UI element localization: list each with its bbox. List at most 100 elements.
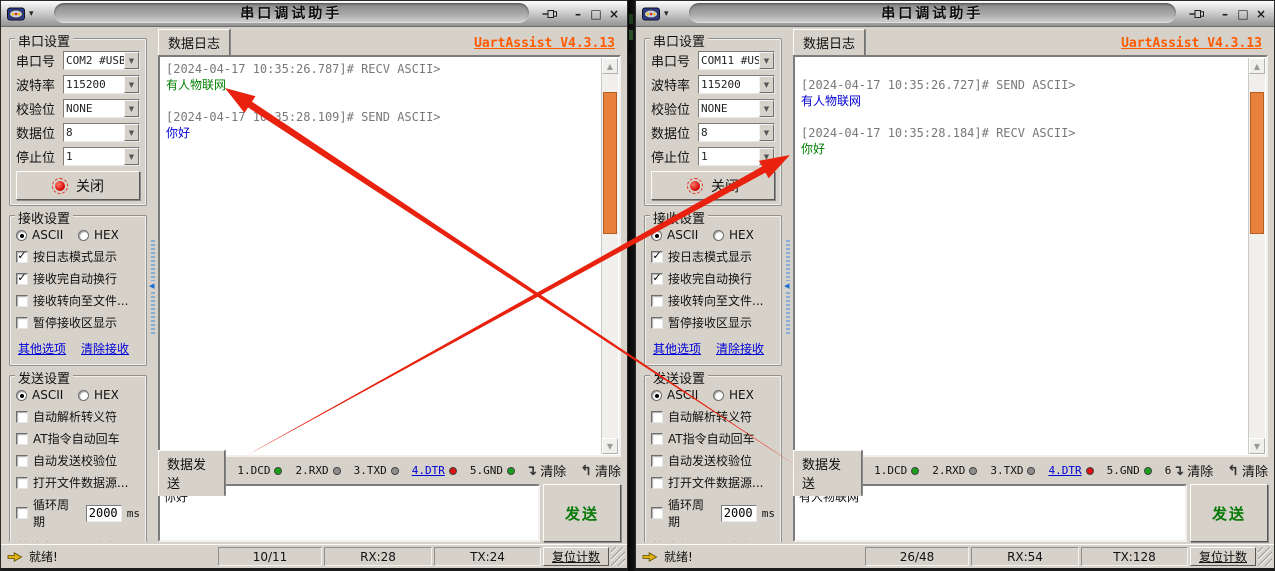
parity-select[interactable]: NONE ▼ (63, 99, 140, 118)
port-select[interactable]: COM11 #USB ▼ (698, 51, 775, 70)
reset-count-button[interactable]: 复位计数 (1190, 547, 1256, 566)
pin-dtr-link[interactable]: 4.DTR (1048, 464, 1081, 477)
cycle-period-checkbox[interactable] (16, 507, 28, 519)
pin-dtr-link[interactable]: 4.DTR (412, 464, 445, 477)
tab-data-log[interactable]: 数据日志 (158, 29, 230, 56)
version-link[interactable]: UartAssist V4.3.13 (474, 36, 615, 55)
send-hex-radio[interactable]: HEX (78, 388, 140, 402)
combo-arrow-icon[interactable]: ▼ (759, 52, 774, 69)
app-menu-caret-icon[interactable]: ▾ (664, 9, 669, 19)
resize-grip[interactable] (1258, 547, 1272, 566)
baud-select[interactable]: 115200 ▼ (63, 75, 140, 94)
maximize-button[interactable]: □ (587, 5, 605, 22)
send-ascii-radio[interactable]: ASCII (651, 388, 713, 402)
minimize-button[interactable]: – (1216, 5, 1234, 22)
log-scrollbar[interactable]: ▲ ▼ (601, 58, 618, 454)
parity-select[interactable]: NONE ▼ (698, 99, 775, 118)
parse-escape-checkbox[interactable]: 自动解析转义符 (16, 408, 140, 425)
close-port-button[interactable]: 关闭 (16, 171, 140, 200)
other-options-link[interactable]: 其他选项 (18, 340, 66, 357)
scroll-up-icon[interactable]: ▲ (1249, 58, 1265, 74)
pause-display-checkbox[interactable]: 暂停接收区显示 (651, 314, 775, 331)
quick-define-link[interactable]: 快捷定义 (653, 539, 701, 542)
port-select[interactable]: COM2 #USB ▼ (63, 51, 140, 70)
titlebar[interactable]: ▾ 串口调试助手 – □ × (1, 1, 627, 27)
auto-checksum-checkbox[interactable]: 自动发送校验位 (16, 452, 140, 469)
file-data-source-checkbox[interactable]: 打开文件数据源... (651, 474, 775, 491)
at-auto-cr-checkbox[interactable]: AT指令自动回车 (16, 430, 140, 447)
minimize-button[interactable]: – (569, 5, 587, 22)
scrollbar-thumb[interactable] (603, 92, 617, 234)
app-icon[interactable] (7, 6, 27, 22)
scroll-track[interactable] (1249, 74, 1265, 438)
scroll-down-icon[interactable]: ▼ (602, 438, 618, 454)
pause-display-checkbox[interactable]: 暂停接收区显示 (16, 314, 140, 331)
close-button[interactable]: × (605, 5, 623, 22)
splitter-handle[interactable]: ◂ (149, 30, 158, 542)
cycle-period-input[interactable] (721, 505, 757, 522)
app-icon[interactable] (642, 6, 662, 22)
stopbits-select[interactable]: 1 ▼ (63, 147, 140, 166)
history-send-link[interactable]: 历史发送 (716, 539, 764, 542)
clear-receive-link[interactable]: 清除接收 (81, 340, 129, 357)
tab-data-send[interactable]: 数据发送 (158, 450, 225, 496)
version-link[interactable]: UartAssist V4.3.13 (1121, 36, 1262, 55)
send-ascii-radio[interactable]: ASCII (16, 388, 78, 402)
recv-hex-radio[interactable]: HEX (78, 228, 140, 242)
clear-log-button[interactable]: ↰ 清除 (580, 461, 621, 480)
send-button[interactable]: 发送 (543, 484, 621, 542)
maximize-button[interactable]: □ (1234, 5, 1252, 22)
log-mode-checkbox[interactable]: 按日志模式显示 (651, 248, 775, 265)
at-auto-cr-checkbox[interactable]: AT指令自动回车 (651, 430, 775, 447)
auto-checksum-checkbox[interactable]: 自动发送校验位 (651, 452, 775, 469)
combo-arrow-icon[interactable]: ▼ (124, 52, 139, 69)
resize-grip[interactable] (611, 547, 625, 566)
baud-select[interactable]: 115200 ▼ (698, 75, 775, 94)
file-data-source-checkbox[interactable]: 打开文件数据源... (16, 474, 140, 491)
scrollbar-thumb[interactable] (1250, 92, 1264, 234)
app-menu-caret-icon[interactable]: ▾ (29, 9, 34, 19)
clear-send-area-button[interactable]: ↴ 清除 (1173, 461, 1214, 480)
scroll-down-icon[interactable]: ▼ (1249, 438, 1265, 454)
combo-arrow-icon[interactable]: ▼ (759, 148, 774, 165)
combo-arrow-icon[interactable]: ▼ (124, 100, 139, 117)
other-options-link[interactable]: 其他选项 (653, 340, 701, 357)
send-hex-radio[interactable]: HEX (713, 388, 775, 402)
collapse-arrow-icon[interactable]: ◂ (149, 281, 155, 291)
tab-data-send[interactable]: 数据发送 (793, 450, 862, 496)
send-button[interactable]: 发送 (1190, 484, 1268, 542)
recv-hex-radio[interactable]: HEX (713, 228, 775, 242)
clear-receive-link[interactable]: 清除接收 (716, 340, 764, 357)
stopbits-select[interactable]: 1 ▼ (698, 147, 775, 166)
databits-select[interactable]: 8 ▼ (698, 123, 775, 142)
redirect-to-file-checkbox[interactable]: 接收转向至文件... (16, 292, 140, 309)
close-port-button[interactable]: 关闭 (651, 171, 775, 200)
history-send-link[interactable]: 历史发送 (81, 539, 129, 542)
log-mode-checkbox[interactable]: 按日志模式显示 (16, 248, 140, 265)
cycle-period-checkbox[interactable] (651, 507, 663, 519)
data-log-area[interactable]: [2024-04-17 10:35:26.727]# SEND ASCII> 有… (793, 55, 1268, 457)
titlebar[interactable]: ▾ 串口调试助手 – □ × (636, 1, 1274, 27)
quick-define-link[interactable]: 快捷定义 (18, 539, 66, 542)
auto-newline-checkbox[interactable]: 接收完自动换行 (16, 270, 140, 287)
clear-log-button[interactable]: ↰ 清除 (1227, 461, 1268, 480)
scroll-track[interactable] (602, 74, 618, 438)
log-scrollbar[interactable]: ▲ ▼ (1248, 58, 1265, 454)
recv-ascii-radio[interactable]: ASCII (16, 228, 78, 242)
reset-count-button[interactable]: 复位计数 (543, 547, 609, 566)
redirect-to-file-checkbox[interactable]: 接收转向至文件... (651, 292, 775, 309)
databits-select[interactable]: 8 ▼ (63, 123, 140, 142)
parse-escape-checkbox[interactable]: 自动解析转义符 (651, 408, 775, 425)
auto-newline-checkbox[interactable]: 接收完自动换行 (651, 270, 775, 287)
pin-icon[interactable] (539, 6, 561, 22)
combo-arrow-icon[interactable]: ▼ (759, 76, 774, 93)
splitter-handle[interactable]: ◂ (784, 30, 793, 542)
combo-arrow-icon[interactable]: ▼ (759, 124, 774, 141)
collapse-arrow-icon[interactable]: ◂ (784, 281, 790, 291)
cycle-period-input[interactable] (86, 505, 122, 522)
combo-arrow-icon[interactable]: ▼ (124, 148, 139, 165)
clear-send-area-button[interactable]: ↴ 清除 (526, 461, 567, 480)
recv-ascii-radio[interactable]: ASCII (651, 228, 713, 242)
tab-data-log[interactable]: 数据日志 (793, 29, 865, 56)
pin-icon[interactable] (1186, 6, 1208, 22)
